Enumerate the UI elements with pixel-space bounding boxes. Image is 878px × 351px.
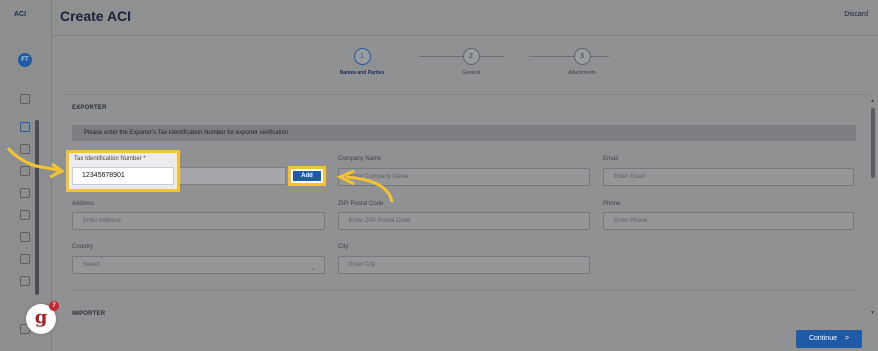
add-button[interactable]: Add (293, 171, 321, 181)
phone-label: Phone (603, 201, 621, 207)
address-input[interactable]: Enter Address (72, 212, 325, 230)
chevron-right-icon: > (844, 335, 850, 342)
progress-stepper: 1 Names and Parties 2 General 3 Attachme… (52, 48, 878, 88)
chevron-down-icon: ⌄ (310, 266, 316, 272)
user-avatar[interactable]: FT (18, 53, 32, 67)
continue-label: Continue (808, 335, 837, 342)
guide-logo[interactable]: g 7 (26, 301, 59, 334)
list-icon[interactable] (20, 144, 30, 154)
scroll-thumb[interactable] (871, 108, 875, 178)
document-icon[interactable] (20, 122, 30, 132)
truck-icon[interactable] (20, 254, 30, 264)
step-label: General (462, 70, 480, 76)
add-button-highlight: Add (288, 166, 326, 186)
step-label: Names and Parties (339, 70, 385, 76)
importer-section-title: IMPORTER (72, 311, 106, 317)
storage-icon[interactable] (20, 276, 30, 286)
step-number: 1 (353, 48, 371, 65)
tin-label: Tax Identification Number * (74, 156, 146, 162)
section-divider (72, 290, 856, 291)
app-logo: ACI (14, 11, 27, 18)
guide-logo-letter: g (34, 307, 48, 328)
zip-label: ZIP/ Postal Code (338, 201, 384, 207)
box-icon[interactable] (20, 166, 30, 176)
continue-button[interactable]: Continue > (796, 330, 862, 348)
page-scrollbar[interactable]: ▲ ▼ (870, 98, 876, 318)
city-input[interactable]: Enter City (338, 256, 590, 274)
history-icon[interactable] (20, 188, 30, 198)
company-name-label: Company Name (338, 156, 382, 162)
sidebar-scrollbar[interactable] (35, 120, 39, 295)
step-general[interactable]: 2 General (426, 48, 516, 76)
form-content: EXPORTER Please enter the Exporter's Tax… (62, 94, 870, 332)
email-input[interactable]: Enter Email (603, 168, 854, 186)
step-label: Attachments (568, 70, 596, 76)
step-number: 3 (573, 48, 591, 65)
phone-input[interactable]: Enter Phone (603, 212, 854, 230)
scroll-down-icon[interactable]: ▼ (870, 310, 875, 316)
step-attachments[interactable]: 3 Attachments (537, 48, 627, 76)
file-icon[interactable] (20, 210, 30, 220)
address-label: Address (72, 201, 95, 207)
left-sidebar: ACI FT (0, 0, 52, 351)
country-select[interactable]: Select ⌄ (72, 256, 325, 274)
page-title: Create ACI (60, 8, 132, 24)
tin-input-extension (180, 167, 286, 185)
step-names-and-parties[interactable]: 1 Names and Parties (317, 48, 407, 76)
city-label: City (338, 244, 349, 250)
tin-input[interactable]: 12345678901 (72, 167, 174, 185)
scroll-up-icon[interactable]: ▲ (870, 98, 875, 104)
country-value: Select (83, 262, 100, 268)
zip-input[interactable]: Enter ZIP/ Postal Code (338, 212, 590, 230)
discard-button[interactable]: Discard (844, 11, 868, 18)
notification-badge: 7 (49, 301, 59, 311)
exporter-section-title: EXPORTER (72, 105, 107, 111)
country-label: Country (72, 244, 94, 250)
page-header: Create ACI Discard (52, 0, 878, 36)
email-label: Email (603, 156, 619, 162)
step-number: 2 (462, 48, 480, 65)
dashboard-icon[interactable] (20, 94, 30, 104)
info-banner: Please enter the Exporter's Tax Identifi… (72, 125, 856, 141)
gear-icon[interactable] (20, 232, 30, 242)
tin-field-highlight: Tax Identification Number * 12345678901 (66, 150, 180, 192)
company-name-input[interactable]: Enter Company Name (338, 168, 590, 186)
